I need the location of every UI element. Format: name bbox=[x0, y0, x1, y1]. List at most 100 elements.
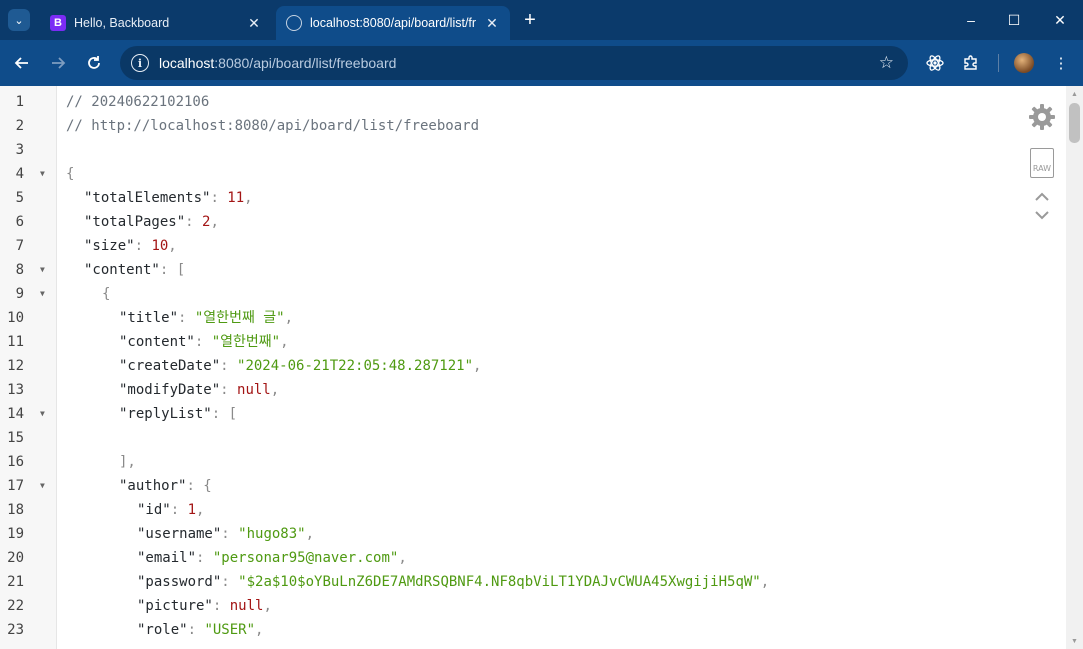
code-line: 4 ▼ { bbox=[0, 162, 1000, 186]
back-button[interactable] bbox=[10, 51, 34, 75]
globe-icon bbox=[286, 15, 302, 31]
address-bar[interactable]: i localhost:8080/api/board/list/freeboar… bbox=[120, 46, 908, 80]
line-number: 11 bbox=[7, 334, 24, 350]
code-line: 7 "size": 10, bbox=[0, 234, 1000, 258]
kebab-menu-icon: ⋮ bbox=[1053, 55, 1069, 72]
code-line: 12 "createDate": "2024-06-21T22:05:48.28… bbox=[0, 354, 1000, 378]
code-line: 3 bbox=[0, 138, 1000, 162]
line-number: 18 bbox=[7, 502, 24, 518]
chevron-down-icon: ⌄ bbox=[14, 14, 24, 27]
tab-search-button[interactable]: ⌄ bbox=[8, 9, 30, 31]
code-line: 17 ▼ "author": { bbox=[0, 474, 1000, 498]
code-line: 6 "totalPages": 2, bbox=[0, 210, 1000, 234]
comment-url: // http://localhost:8080/api/board/list/… bbox=[66, 118, 480, 134]
atom-icon bbox=[926, 55, 944, 71]
json-key: "username" bbox=[137, 526, 222, 542]
line-number: 9 bbox=[15, 286, 24, 302]
url-path: :8080/api/board/list/freeboard bbox=[214, 55, 397, 71]
line-number: 19 bbox=[7, 526, 24, 542]
code-line: 22 "picture": null, bbox=[0, 594, 1000, 618]
json-null: null bbox=[237, 382, 271, 398]
tab-localhost[interactable]: localhost:8080/api/board/list/fr ✕ bbox=[276, 6, 510, 40]
open-brace: { bbox=[102, 286, 111, 302]
fold-toggle-icon[interactable]: ▼ bbox=[40, 474, 45, 498]
fold-toggle-icon[interactable]: ▼ bbox=[40, 402, 45, 426]
reload-button[interactable] bbox=[82, 51, 106, 75]
json-null: null bbox=[229, 598, 264, 614]
line-number: 14 bbox=[7, 406, 24, 422]
toolbar-divider bbox=[998, 54, 999, 72]
json-key: "password" bbox=[137, 574, 222, 590]
fold-toggle-icon[interactable]: ▼ bbox=[40, 282, 45, 306]
scroll-up-arrow-icon[interactable]: ▲ bbox=[1066, 87, 1083, 101]
json-string: "USER" bbox=[204, 622, 256, 638]
line-number: 21 bbox=[7, 574, 24, 590]
json-key: "modifyDate" bbox=[119, 382, 221, 398]
open-bracket: [ bbox=[176, 262, 186, 278]
json-key: "email" bbox=[137, 550, 197, 566]
scroll-down-arrow-icon[interactable]: ▼ bbox=[1066, 634, 1083, 648]
chevron-down-icon bbox=[1035, 211, 1049, 220]
json-number: 10 bbox=[151, 238, 169, 254]
url-host: localhost bbox=[159, 55, 215, 71]
title-bar: ⌄ B Hello, Backboard ✕ localhost:8080/ap… bbox=[0, 0, 1083, 40]
raw-view-button[interactable]: RAW bbox=[1026, 146, 1058, 180]
code-line: 13 "modifyDate": null, bbox=[0, 378, 1000, 402]
tab-hello-backboard[interactable]: B Hello, Backboard ✕ bbox=[40, 6, 272, 40]
json-key: "totalElements" bbox=[84, 190, 211, 206]
line-number: 23 bbox=[7, 622, 24, 638]
expand-all-button[interactable] bbox=[1026, 208, 1058, 222]
new-tab-button[interactable]: + bbox=[518, 10, 542, 32]
bookmark-star-icon[interactable]: ☆ bbox=[879, 53, 894, 73]
line-number: 6 bbox=[15, 214, 24, 230]
code-line: 20 "email": "personar95@naver.com", bbox=[0, 546, 1000, 570]
json-key: "content" bbox=[84, 262, 160, 278]
json-string: "personar95@naver.com" bbox=[212, 550, 399, 566]
url-text[interactable]: localhost:8080/api/board/list/freeboard bbox=[159, 55, 396, 71]
chevron-up-icon bbox=[1035, 192, 1049, 201]
code-line: 15 bbox=[0, 426, 1000, 450]
json-string: "$2a$10$oYBuLnZ6DE7AMdRSQBNF4.NF8qbViLT1… bbox=[238, 574, 761, 590]
extensions-button[interactable] bbox=[960, 52, 982, 74]
line-number: 12 bbox=[7, 358, 24, 374]
menu-button[interactable]: ⋮ bbox=[1050, 52, 1072, 74]
minimize-button[interactable]: – bbox=[959, 8, 983, 32]
json-key: "content" bbox=[119, 334, 195, 350]
collapse-all-button[interactable] bbox=[1026, 190, 1058, 204]
code-line: 5 "totalElements": 11, bbox=[0, 186, 1000, 210]
code-line: 10 "title": "열한번째 글", bbox=[0, 306, 1000, 330]
code-line: 14 ▼ "replyList": [ bbox=[0, 402, 1000, 426]
close-bracket: ], bbox=[119, 454, 136, 470]
json-key: "author" bbox=[119, 478, 187, 494]
json-key: "id" bbox=[137, 502, 171, 518]
scrollbar-thumb[interactable] bbox=[1069, 103, 1080, 143]
json-key: "title" bbox=[119, 310, 179, 326]
json-key: "role" bbox=[137, 622, 188, 638]
fold-toggle-icon[interactable]: ▼ bbox=[40, 162, 45, 186]
vertical-scrollbar[interactable]: ▲ ▼ bbox=[1066, 86, 1083, 649]
close-icon[interactable]: ✕ bbox=[244, 13, 264, 33]
line-number: 1 bbox=[15, 94, 24, 110]
close-icon[interactable]: ✕ bbox=[482, 13, 502, 33]
code-line: 21 "password": "$2a$10$oYBuLnZ6DE7AMdRSQ… bbox=[0, 570, 1000, 594]
close-window-button[interactable]: ✕ bbox=[1048, 8, 1072, 32]
json-key: "createDate" bbox=[119, 358, 221, 374]
fold-toggle-icon[interactable]: ▼ bbox=[40, 258, 45, 282]
line-number: 16 bbox=[7, 454, 24, 470]
profile-avatar[interactable] bbox=[1014, 53, 1034, 73]
json-string: "열한번째" bbox=[211, 334, 281, 350]
site-info-icon[interactable]: i bbox=[131, 54, 149, 72]
code-line: 23 "role": "USER", bbox=[0, 618, 1000, 642]
line-number: 20 bbox=[7, 550, 24, 566]
viewer-settings-button[interactable] bbox=[1026, 102, 1058, 132]
react-devtools-icon[interactable] bbox=[924, 52, 946, 74]
open-brace: { bbox=[203, 478, 212, 494]
maximize-button[interactable]: ☐ bbox=[1002, 8, 1026, 32]
json-key: "picture" bbox=[137, 598, 213, 614]
line-number: 4 bbox=[15, 166, 24, 182]
raw-file-icon: RAW bbox=[1030, 148, 1054, 178]
json-viewer: 1 // 20240622102106 2 // http://localhos… bbox=[0, 86, 1083, 649]
forward-button[interactable] bbox=[46, 51, 70, 75]
json-key: "replyList" bbox=[119, 406, 212, 422]
line-number: 17 bbox=[7, 478, 24, 494]
